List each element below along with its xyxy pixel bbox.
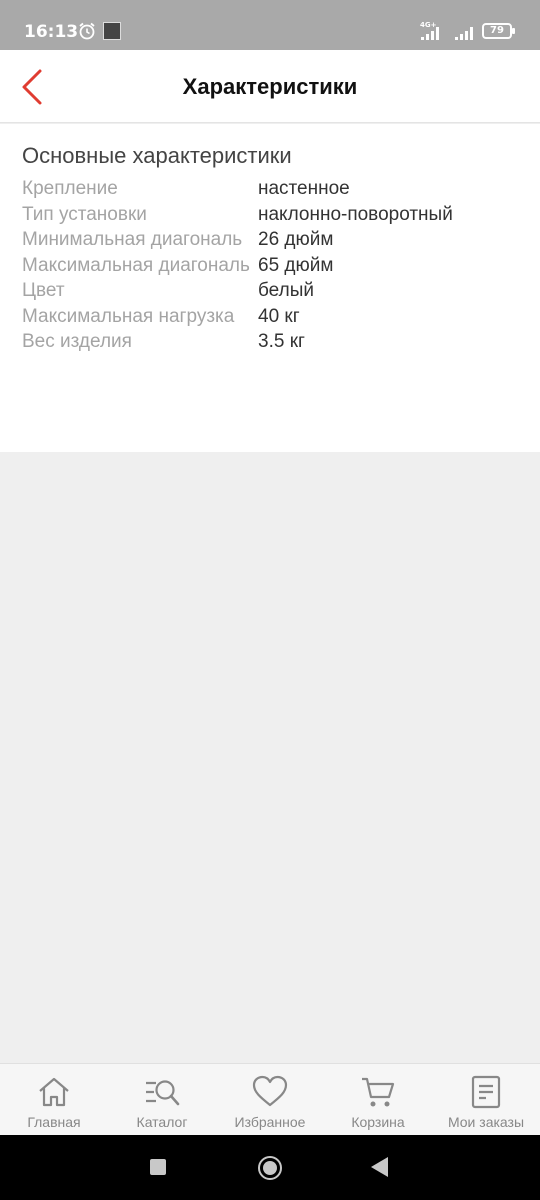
specs-card: Основные характеристики Крепление настен…: [0, 124, 540, 452]
spec-value: белый: [258, 280, 314, 301]
spec-label: Цвет: [22, 280, 65, 301]
spec-label: Вес изделия: [22, 331, 132, 352]
nav-item-favorites[interactable]: Избранное: [216, 1064, 324, 1135]
orders-icon: [471, 1075, 501, 1109]
home-button[interactable]: [258, 1156, 282, 1180]
spec-row: Минимальная диагональ 26 дюйм: [22, 227, 522, 253]
nav-item-orders[interactable]: Мои заказы: [432, 1064, 540, 1135]
nav-label: Избранное: [234, 1114, 306, 1130]
nav-label: Мои заказы: [447, 1114, 525, 1130]
spec-row: Тип установки наклонно-поворотный: [22, 202, 522, 228]
nav-label: Главная: [27, 1114, 81, 1130]
catalog-icon: [146, 1080, 180, 1106]
page-title: Характеристики: [182, 74, 358, 99]
spec-value: настенное: [258, 178, 350, 199]
status-bar: 16:13 4G+ 79: [0, 0, 540, 50]
alarm-icon: [79, 22, 95, 40]
app-header: Характеристики: [0, 50, 540, 123]
home-icon: [39, 1077, 69, 1107]
spec-label: Тип установки: [22, 203, 147, 225]
spec-row: Максимальная диагональ 65 дюйм: [22, 253, 522, 279]
bottom-nav: Главная Каталог Избранное Корзина Мои за…: [0, 1063, 540, 1135]
nav-label: Каталог: [136, 1114, 188, 1130]
spec-value: наклонно-поворотный: [258, 203, 453, 225]
spec-list: Крепление настенное Тип установки наклон…: [22, 176, 522, 355]
spec-label: Минимальная диагональ: [22, 229, 243, 250]
system-nav-bar: [0, 1135, 540, 1200]
spec-label: Крепление: [22, 178, 118, 199]
nav-item-cart[interactable]: Корзина: [324, 1064, 432, 1135]
spec-row: Крепление настенное: [22, 176, 522, 202]
spec-label: Максимальная диагональ: [22, 254, 250, 276]
status-time: 16:13: [24, 22, 79, 42]
nav-item-home[interactable]: Главная: [0, 1064, 108, 1135]
section-title: Основные характеристики: [22, 143, 292, 168]
spec-value: 65 дюйм: [258, 254, 334, 276]
spec-value: 40 кг: [258, 305, 300, 327]
recents-button[interactable]: [150, 1159, 166, 1175]
cart-icon: [362, 1077, 395, 1107]
spec-label: Максимальная нагрузка: [22, 305, 235, 327]
spec-value: 3.5 кг: [258, 331, 305, 352]
spec-value: 26 дюйм: [258, 229, 334, 250]
nav-label: Корзина: [351, 1114, 405, 1130]
heart-icon: [252, 1075, 288, 1107]
signal-icon: [455, 27, 473, 40]
spec-row: Цвет белый: [22, 278, 522, 304]
notification-avatar: [103, 22, 121, 40]
signal-icon: [421, 27, 439, 40]
battery-indicator: 79: [482, 23, 515, 39]
spec-row: Максимальная нагрузка 40 кг: [22, 304, 522, 330]
system-back-button[interactable]: [371, 1157, 388, 1177]
nav-item-catalog[interactable]: Каталог: [108, 1064, 216, 1135]
spec-row: Вес изделия 3.5 кг: [22, 329, 522, 355]
